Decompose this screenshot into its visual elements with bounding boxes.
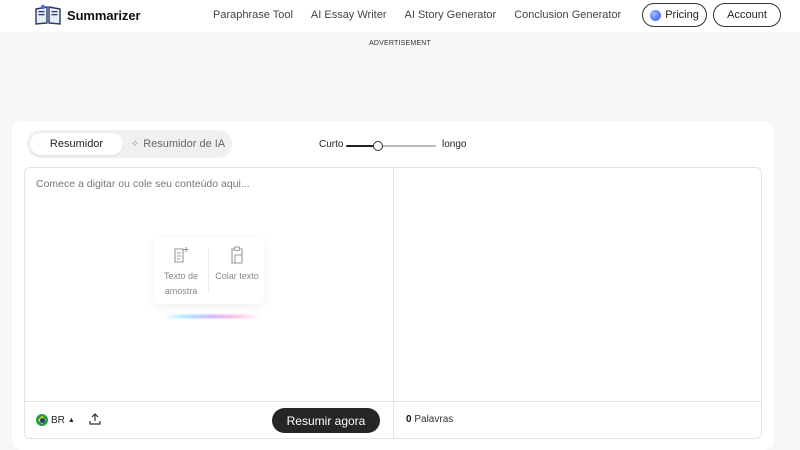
upload-icon[interactable]	[88, 412, 102, 426]
nav-conclusion-generator[interactable]: Conclusion Generator	[514, 9, 621, 21]
sparkle-icon: ✧	[130, 138, 140, 150]
language-code: BR	[51, 414, 65, 426]
length-short-label: Curto	[319, 139, 344, 150]
tab-ai-summarizer[interactable]: ✧ Resumidor de IA	[130, 133, 226, 155]
account-button[interactable]: Account	[713, 3, 781, 27]
brazil-flag-icon	[36, 414, 48, 426]
length-slider-handle[interactable]	[372, 141, 383, 151]
pricing-button[interactable]: Pricing	[642, 3, 707, 27]
nav-ai-essay-writer[interactable]: AI Essay Writer	[311, 9, 387, 21]
word-count-label: Palavras	[414, 414, 454, 425]
quick-actions: Texto de amostra Colar texto	[154, 238, 264, 304]
paste-text-label: Colar texto	[215, 271, 259, 281]
output-footer-divider	[394, 401, 762, 402]
top-header: Summarizer Paraphrase Tool AI Essay Writ…	[0, 0, 800, 32]
app-name: Summarizer	[67, 7, 141, 23]
quick-actions-divider	[208, 248, 209, 292]
tab-ai-summarizer-label: Resumidor de IA	[143, 138, 226, 150]
input-footer: BR ▲ Resumir agora	[25, 402, 393, 439]
sample-text-label: Texto de amostra	[163, 271, 199, 296]
summarizer-card: Resumidor ✧ Resumidor de IA Curto longo …	[12, 121, 774, 450]
word-count-value: 0	[406, 414, 412, 425]
word-count: 0 Palavras	[406, 414, 453, 425]
length-slider[interactable]	[346, 141, 436, 151]
pricing-label: Pricing	[665, 9, 699, 21]
rainbow-glow	[164, 315, 260, 318]
nav-paraphrase-tool[interactable]: Paraphrase Tool	[213, 9, 293, 21]
pricing-orb-icon	[650, 9, 662, 21]
length-long-label: longo	[442, 139, 467, 150]
logo[interactable]: Summarizer	[35, 4, 141, 26]
tab-summarizer[interactable]: Resumidor	[30, 133, 123, 155]
main-nav: Paraphrase Tool AI Essay Writer AI Story…	[213, 9, 621, 21]
advertisement-label: ADVERTISEMENT	[369, 40, 431, 47]
panel-divider	[393, 168, 394, 438]
clipboard-icon	[231, 246, 243, 264]
sample-text-button[interactable]: Texto de amostra	[154, 246, 208, 306]
paste-text-button[interactable]: Colar texto	[210, 246, 264, 306]
language-selector[interactable]: BR ▲	[36, 414, 75, 426]
nav-ai-story-generator[interactable]: AI Story Generator	[405, 9, 497, 21]
book-logo-icon	[35, 4, 61, 25]
caret-up-icon: ▲	[67, 416, 75, 424]
mode-tabs: Resumidor ✧ Resumidor de IA	[27, 130, 232, 158]
editor-panels: Texto de amostra Colar texto BR ▲	[24, 167, 762, 439]
document-add-icon	[174, 247, 189, 263]
summarize-now-button[interactable]: Resumir agora	[272, 408, 380, 433]
